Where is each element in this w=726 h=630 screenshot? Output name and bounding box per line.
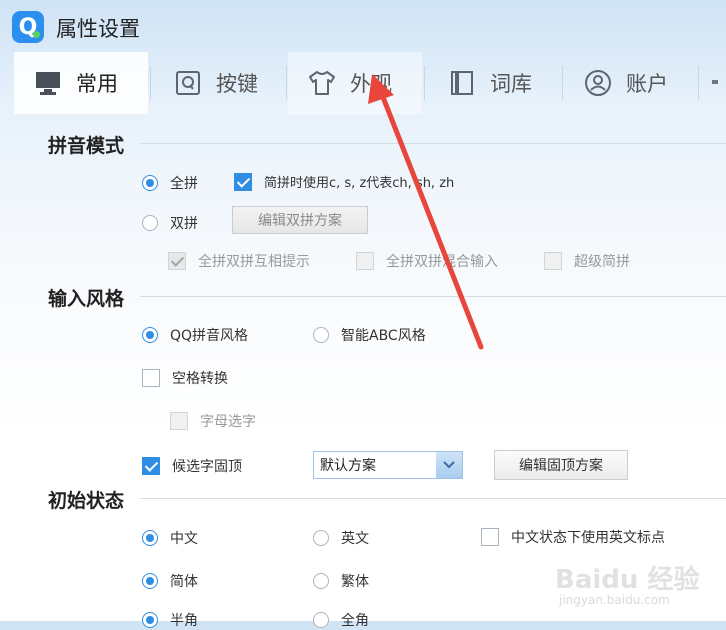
candidate-fix-label: 候选字固顶: [172, 459, 242, 475]
full-width-label: 全角: [341, 613, 369, 629]
tab-separator: [286, 66, 287, 100]
shuangpin-radio[interactable]: [142, 215, 158, 231]
option-shuangpin[interactable]: 双拼: [142, 213, 198, 233]
hint-mutual-checkbox[interactable]: [168, 252, 186, 270]
title-bar: Q 属性设置: [0, 0, 726, 52]
qq-style-label: QQ拼音风格: [170, 328, 249, 344]
tab-separator: [562, 66, 563, 100]
tab-bar: 常用 按键 外观 词库 账户: [14, 52, 726, 114]
english-label: 英文: [341, 531, 369, 547]
option-half-width[interactable]: 半角: [142, 610, 198, 630]
fix-scheme-select[interactable]: 默认方案: [313, 451, 463, 479]
option-cn-eng-punct[interactable]: 中文状态下使用英文标点: [481, 527, 665, 547]
simplified-radio[interactable]: [142, 573, 158, 589]
chinese-radio[interactable]: [142, 530, 158, 546]
baidu-watermark: Baidu 经验 jingyan.baidu.com: [555, 555, 715, 615]
cn-eng-punct-label: 中文状态下使用英文标点: [511, 530, 665, 546]
key-q-icon: [174, 69, 202, 97]
half-width-label: 半角: [170, 613, 198, 629]
english-radio[interactable]: [313, 530, 329, 546]
option-candidate-fix[interactable]: 候选字固顶: [142, 456, 242, 476]
option-mixed-input[interactable]: 全拼双拼混合输入: [356, 251, 498, 271]
tab-common-label: 常用: [76, 72, 118, 96]
section-divider: [140, 296, 726, 297]
tab-separator: [698, 66, 699, 100]
section-divider: [140, 498, 726, 499]
tab-appearance-label: 外观: [350, 72, 392, 96]
quanpin-label: 全拼: [170, 176, 198, 192]
option-chinese[interactable]: 中文: [142, 528, 198, 548]
option-qq-style[interactable]: QQ拼音风格: [142, 325, 248, 345]
mixed-input-checkbox[interactable]: [356, 252, 374, 270]
book-icon: [448, 69, 476, 97]
option-abc-style[interactable]: 智能ABC风格: [313, 325, 426, 345]
simplified-label: 简体: [170, 574, 198, 590]
option-traditional[interactable]: 繁体: [313, 571, 369, 591]
space-convert-label: 空格转换: [172, 371, 228, 387]
section-title-pinyin: 拼音模式: [48, 135, 125, 157]
full-width-radio[interactable]: [313, 612, 329, 628]
abc-style-radio[interactable]: [313, 327, 329, 343]
edit-shuangpin-button[interactable]: 编辑双拼方案: [232, 206, 368, 234]
monitor-icon: [34, 69, 62, 97]
cn-eng-punct-checkbox[interactable]: [481, 528, 499, 546]
quanpin-radio[interactable]: [142, 175, 158, 191]
option-letter-select[interactable]: 字母选字: [170, 411, 256, 431]
option-jianpin-czs[interactable]: 简拼时使用c, s, z代表ch, sh, zh: [234, 172, 454, 191]
jianpin-czs-checkbox[interactable]: [234, 172, 252, 191]
tab-keys-label: 按键: [216, 72, 258, 96]
tab-overflow-indicator[interactable]: [712, 80, 718, 84]
tab-common[interactable]: 常用: [14, 52, 148, 114]
tab-keys[interactable]: 按键: [156, 52, 284, 114]
option-quanpin[interactable]: 全拼: [142, 173, 198, 193]
option-hint-mutual[interactable]: 全拼双拼互相提示: [168, 251, 310, 271]
space-convert-checkbox[interactable]: [142, 369, 160, 387]
tshirt-icon: [308, 69, 336, 97]
app-logo-icon: Q: [12, 11, 44, 43]
watermark-brand: Baidu 经验: [555, 565, 700, 595]
letter-select-label: 字母选字: [200, 414, 256, 430]
tab-appearance[interactable]: 外观: [288, 52, 422, 114]
section-title-style: 输入风格: [48, 288, 125, 310]
tab-dictionary[interactable]: 词库: [426, 52, 560, 114]
option-full-width[interactable]: 全角: [313, 610, 369, 630]
tab-account-label: 账户: [626, 72, 668, 96]
tab-account[interactable]: 账户: [564, 52, 694, 114]
option-english[interactable]: 英文: [313, 528, 369, 548]
edit-fix-scheme-button[interactable]: 编辑固顶方案: [494, 450, 628, 480]
jianpin-czs-label: 简拼时使用c, s, z代表ch, sh, zh: [264, 176, 455, 191]
super-jianpin-checkbox[interactable]: [544, 252, 562, 270]
option-simplified[interactable]: 简体: [142, 571, 198, 591]
tab-dictionary-label: 词库: [490, 72, 532, 96]
abc-style-label: 智能ABC风格: [341, 328, 426, 344]
chevron-down-icon[interactable]: [436, 452, 462, 478]
shuangpin-label: 双拼: [170, 216, 198, 232]
traditional-radio[interactable]: [313, 573, 329, 589]
user-icon: [584, 69, 612, 97]
super-jianpin-label: 超级简拼: [574, 254, 630, 270]
qq-style-radio[interactable]: [142, 327, 158, 343]
traditional-label: 繁体: [341, 574, 369, 590]
tab-separator: [424, 66, 425, 100]
window-title: 属性设置: [56, 17, 140, 41]
section-title-initial: 初始状态: [48, 490, 125, 512]
hint-mutual-label: 全拼双拼互相提示: [198, 254, 310, 270]
half-width-radio[interactable]: [142, 612, 158, 628]
chinese-label: 中文: [170, 531, 198, 547]
tab-separator: [150, 66, 151, 100]
letter-select-checkbox[interactable]: [170, 412, 188, 430]
fix-scheme-value: 默认方案: [320, 458, 376, 474]
section-divider: [140, 143, 726, 144]
option-super-jianpin[interactable]: 超级简拼: [544, 251, 630, 271]
option-space-convert[interactable]: 空格转换: [142, 368, 228, 388]
candidate-fix-checkbox[interactable]: [142, 457, 160, 475]
mixed-input-label: 全拼双拼混合输入: [386, 254, 498, 270]
watermark-url: jingyan.baidu.com: [559, 593, 670, 607]
